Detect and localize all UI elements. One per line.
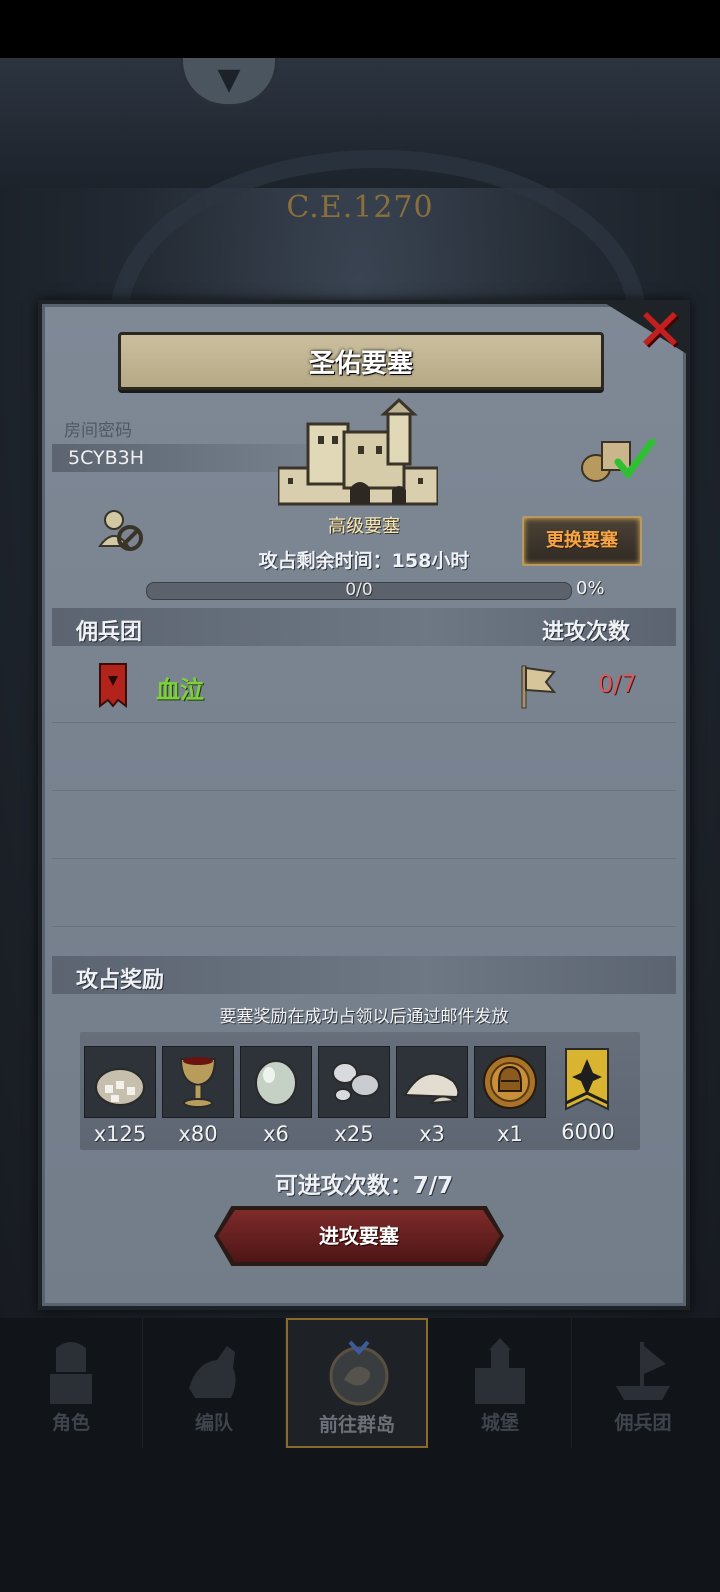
red-banner-icon: [99, 663, 127, 708]
reward-quantity: x80: [178, 1122, 218, 1146]
year-label: C.E.1270: [286, 190, 434, 225]
ship-icon: [616, 1342, 670, 1400]
reward-quantity: x6: [263, 1122, 289, 1146]
attack-fortress-button[interactable]: 进攻要塞: [218, 1210, 500, 1262]
fortress-castle-icon: [278, 397, 438, 506]
knight-icon: [50, 1342, 92, 1404]
nav-label: 佣兵团: [614, 1412, 672, 1434]
salt-pile-icon: [403, 1072, 460, 1105]
empty-guild-row: [52, 858, 676, 927]
attack-remaining-time: 攻占剩余时间：158小时: [258, 550, 470, 572]
nav-label: 编队: [194, 1412, 233, 1434]
wine-goblet-icon: [179, 1057, 217, 1108]
pearl-stone-icon: [255, 1060, 297, 1106]
bottom-system-area: [0, 1448, 720, 1592]
nav-label: 前往群岛: [318, 1414, 395, 1436]
attack-flag-icon: [521, 665, 557, 709]
attack-fortress-label: 进攻要塞: [319, 1224, 399, 1248]
castle-icon: [475, 1338, 525, 1404]
occupation-progress-bar: 0/0: [146, 580, 572, 600]
guild-name: 血泣: [156, 676, 204, 704]
honor-banner-icon: [565, 1048, 609, 1111]
reward-item[interactable]: x125: [84, 1046, 156, 1146]
reward-item[interactable]: x80: [162, 1046, 234, 1146]
dialog-title: 圣佑要塞: [308, 349, 413, 379]
room-code-label: 房间密码: [64, 421, 132, 441]
fortress-dialog: ✕ 圣佑要塞 房间密码 5CYB3H 高级要塞 更换要塞 攻占剩余时间：158小…: [38, 300, 690, 1310]
reward-quantity: 6000: [561, 1120, 615, 1144]
nav-item-islands[interactable]: 前往群岛: [286, 1318, 428, 1448]
reward-item[interactable]: x3: [396, 1046, 468, 1146]
reward-item[interactable]: 6000: [552, 1046, 624, 1144]
attack-count-header: 进攻次数: [542, 620, 631, 645]
guild-row[interactable]: 血泣 0/7: [52, 652, 676, 723]
progress-text: 0/0: [345, 580, 373, 600]
dragon-compass-icon: [329, 1340, 389, 1406]
progress-percent: 0%: [576, 578, 605, 599]
bottom-navigation: 角色 编队 前往群岛 城堡 佣兵团: [0, 1318, 720, 1448]
empty-guild-row: [52, 790, 676, 859]
nav-item-mercenary[interactable]: 佣兵团: [572, 1318, 714, 1448]
dialog-title-plate: 圣佑要塞: [118, 332, 604, 390]
silver-ore-icon: [332, 1062, 380, 1102]
remaining-attacks: 可进攻次数：7/7: [274, 1173, 454, 1199]
reward-quantity: x125: [93, 1122, 147, 1146]
reward-quantity: x25: [334, 1122, 374, 1146]
rewards-list: x125 x80 x6 x25 x3 x1 6000: [80, 1032, 640, 1150]
reward-item[interactable]: x25: [318, 1046, 390, 1146]
reward-quantity: x3: [419, 1122, 445, 1146]
room-code-value: 5CYB3H: [68, 447, 145, 469]
top-status-bar: [0, 0, 720, 58]
empty-guild-row: [52, 722, 676, 791]
storage-bag-check-icon: [581, 438, 656, 482]
nav-item-character[interactable]: 角色: [0, 1318, 143, 1448]
nav-item-formation[interactable]: 编队: [143, 1318, 286, 1448]
close-icon[interactable]: ✕: [634, 301, 686, 359]
reward-quantity: x1: [497, 1122, 523, 1146]
guild-attack-count: 0/7: [598, 670, 637, 698]
nav-label: 角色: [51, 1412, 90, 1434]
horse-rider-icon: [189, 1346, 236, 1398]
arrow-down-icon: ▼: [217, 62, 241, 97]
knight-medal-icon: [483, 1055, 537, 1109]
reward-item[interactable]: x6: [240, 1046, 312, 1146]
guild-header-title: 佣兵团: [76, 620, 143, 645]
flour-sack-icon: [95, 1068, 145, 1106]
nav-item-castle[interactable]: 城堡: [429, 1318, 572, 1448]
rewards-title: 攻占奖励: [76, 968, 165, 993]
reward-item[interactable]: x1: [474, 1046, 546, 1146]
rewards-note: 要塞奖励在成功占领以后通过邮件发放: [219, 1007, 509, 1027]
nav-label: 城堡: [480, 1412, 519, 1434]
